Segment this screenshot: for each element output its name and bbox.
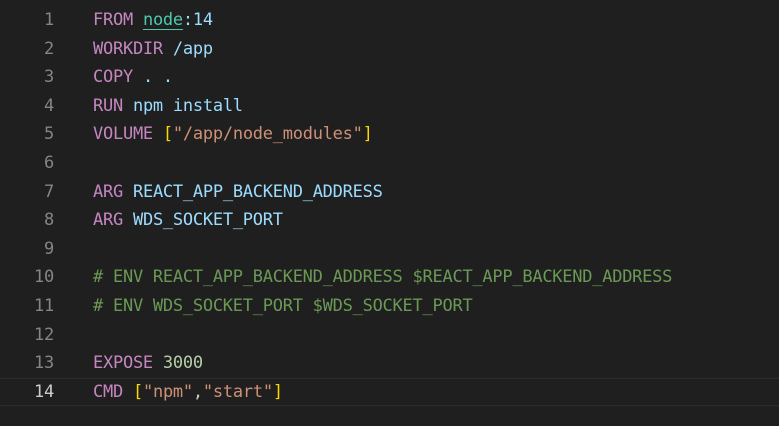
line-number: 8	[44, 210, 54, 231]
code-text[interactable]: # ENV WDS_SOCKET_PORT $WDS_SOCKET_PORT	[93, 292, 779, 321]
code-line[interactable]: 14 CMD ["npm","start"]	[0, 378, 779, 407]
token-keyword: COPY	[93, 67, 133, 88]
code-line[interactable]: 7 ARG REACT_APP_BACKEND_ADDRESS	[0, 178, 779, 207]
code-line[interactable]: 6	[0, 149, 779, 178]
code-text[interactable]: COPY . .	[93, 63, 779, 92]
code-line[interactable]: 8 ARG WDS_SOCKET_PORT	[0, 206, 779, 235]
line-number: 5	[44, 124, 54, 145]
code-line[interactable]: 1 FROM node:14	[0, 6, 779, 35]
token-string: "npm"	[142, 381, 193, 402]
code-text[interactable]: WORKDIR /app	[93, 35, 779, 64]
token-number: 3000	[162, 353, 203, 374]
token-plain: ,	[192, 381, 203, 402]
line-number: 12	[34, 324, 54, 345]
line-number: 2	[44, 38, 54, 59]
code-text[interactable]: FROM node:14	[93, 6, 779, 35]
code-line[interactable]: 5 VOLUME ["/app/node_modules"]	[0, 120, 779, 149]
token-bracket: ]	[362, 124, 373, 145]
code-line[interactable]: 4 RUN npm install	[0, 92, 779, 121]
line-number: 4	[44, 95, 54, 116]
token-image: node	[142, 10, 183, 30]
token-keyword: RUN	[93, 95, 123, 116]
code-line[interactable]: 9	[0, 235, 779, 264]
code-line[interactable]: 13 EXPOSE 3000	[0, 349, 779, 378]
code-line[interactable]: 2 WORKDIR /app	[0, 35, 779, 64]
token-keyword: ARG	[93, 210, 123, 231]
line-number: 3	[44, 67, 54, 88]
token-keyword: CMD	[93, 381, 123, 402]
token-comment: # ENV WDS_SOCKET_PORT $WDS_SOCKET_PORT	[93, 295, 473, 316]
token-keyword: FROM	[93, 10, 133, 30]
token-keyword: ARG	[93, 181, 123, 202]
line-number: 6	[44, 152, 54, 173]
token-string: "/app/node_modules"	[172, 124, 363, 145]
code-line[interactable]: 3 COPY . .	[0, 63, 779, 92]
line-number: 7	[44, 181, 54, 202]
code-line[interactable]: 10 # ENV REACT_APP_BACKEND_ADDRESS $REACT…	[0, 263, 779, 292]
token-comment: # ENV REACT_APP_BACKEND_ADDRESS $REACT_A…	[93, 267, 673, 288]
token-text: :14	[182, 10, 213, 30]
line-number: 11	[34, 295, 54, 316]
line-number: 9	[44, 238, 54, 259]
token-text: /app	[162, 38, 213, 59]
token-bracket: [	[162, 124, 173, 145]
token-keyword: VOLUME	[93, 124, 153, 145]
token-ident: REACT_APP_BACKEND_ADDRESS	[132, 181, 383, 202]
token-keyword: EXPOSE	[93, 353, 153, 374]
code-text[interactable]: ARG WDS_SOCKET_PORT	[93, 206, 779, 235]
code-text[interactable]: RUN npm install	[93, 92, 779, 121]
code-text[interactable]: # ENV REACT_APP_BACKEND_ADDRESS $REACT_A…	[93, 263, 779, 292]
line-number: 1	[44, 10, 54, 30]
token-bracket: [	[132, 381, 143, 402]
token-text: npm install	[122, 95, 243, 116]
line-number: 14	[34, 381, 54, 402]
code-text[interactable]: EXPOSE 3000	[93, 349, 779, 378]
line-number: 10	[34, 267, 54, 288]
token-keyword: WORKDIR	[93, 38, 163, 59]
line-number: 13	[34, 353, 54, 374]
code-line[interactable]: 11 # ENV WDS_SOCKET_PORT $WDS_SOCKET_PORT	[0, 292, 779, 321]
code-text[interactable]: VOLUME ["/app/node_modules"]	[93, 120, 779, 149]
token-string: "start"	[202, 381, 273, 402]
code-editor[interactable]: 1 FROM node:14 2 WORKDIR /app 3 COPY . . 4 RUN …	[0, 6, 779, 426]
token-bracket: ]	[272, 381, 283, 402]
code-line[interactable]: 12	[0, 321, 779, 350]
token-text: . .	[132, 67, 173, 88]
token-ident: WDS_SOCKET_PORT	[132, 210, 283, 231]
code-text[interactable]: ARG REACT_APP_BACKEND_ADDRESS	[93, 178, 779, 207]
code-text[interactable]: CMD ["npm","start"]	[93, 378, 779, 407]
